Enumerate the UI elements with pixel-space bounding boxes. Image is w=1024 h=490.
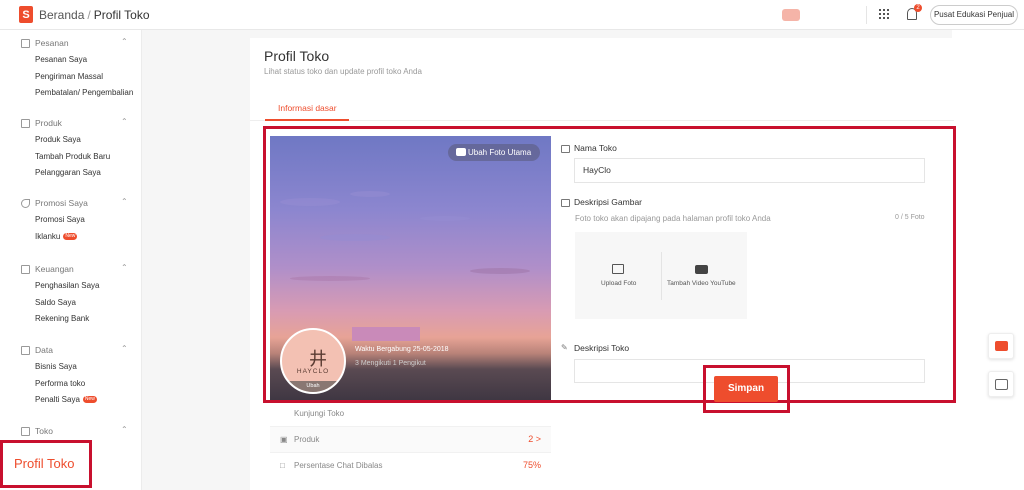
chat-float-button[interactable] [988,333,1014,359]
topbar-divider [866,6,867,24]
stat-label: Produk [294,435,320,444]
chat-icon [995,341,1008,351]
sidebar-item-pembatalan[interactable]: Pembatalan/ Pengembalian [0,85,142,102]
sidebar-group-label: Promosi Saya [35,198,88,208]
sidebar-header-toko[interactable]: Toko ⌃ [0,424,142,440]
top-bar: S Beranda / Profil Toko 2 Pusat Edukasi Pe… [0,0,1024,30]
inbox-icon [995,379,1008,390]
stat-value: 2 > [528,434,541,444]
sidebar-item-label: Iklanku [35,231,61,241]
shop-icon [21,427,30,436]
sidebar-header-pesanan[interactable]: Pesanan ⌃ [0,36,142,52]
chart-icon [21,346,30,355]
sidebar-header-data[interactable]: Data ⌃ [0,343,142,359]
sidebar-item-tambah-produk[interactable]: Tambah Produk Baru [0,149,142,166]
right-rail [952,30,1024,490]
sidebar-item-penghasilan[interactable]: Penghasilan Saya [0,278,142,295]
sidebar-item-bisnis[interactable]: Bisnis Saya [0,359,142,376]
chevron-up-icon: ⌃ [121,117,128,126]
sidebar-group-promosi: Promosi Saya ⌃ Promosi Saya Iklanku New [0,196,142,245]
product-icon [21,119,30,128]
sidebar-group-data: Data ⌃ Bisnis Saya Performa toko Penalti… [0,343,142,409]
sidebar-item-promosi-saya[interactable]: Promosi Saya [0,212,142,229]
sidebar-item-penalti[interactable]: Penalti Saya New [0,392,142,409]
sidebar: Pesanan ⌃ Pesanan Saya Pengiriman Massal… [0,30,142,490]
sidebar-item-label: Penalti Saya [35,395,80,404]
inbox-float-button[interactable] [988,371,1014,397]
sidebar-item-iklanku[interactable]: Iklanku New [0,229,142,246]
stat-label: Persentase Chat Dibalas [294,461,383,470]
new-badge: New [63,232,78,240]
apps-grid-icon[interactable] [879,9,889,19]
chevron-up-icon: ⌃ [121,344,128,353]
sidebar-item-rekening[interactable]: Rekening Bank [0,311,142,328]
trash-icon: ▣ [280,435,288,444]
sidebar-header-produk[interactable]: Produk ⌃ [0,116,142,132]
breadcrumb-separator: / [87,8,91,22]
sidebar-group-label: Toko [35,426,53,436]
chevron-up-icon: ⌃ [121,425,128,434]
wallet-icon [21,265,30,274]
shopee-logo-icon[interactable]: S [19,6,33,23]
sidebar-group-produk: Produk ⌃ Produk Saya Tambah Produk Baru … [0,116,142,182]
breadcrumb-current: Profil Toko [93,8,150,22]
seller-education-button[interactable]: Pusat Edukasi Penjual [930,5,1018,25]
sidebar-group-pesanan: Pesanan ⌃ Pesanan Saya Pengiriman Massal… [0,36,142,102]
sidebar-item-pesanan-saya[interactable]: Pesanan Saya [0,52,142,69]
user-avatar[interactable] [782,9,800,21]
order-icon [21,39,30,48]
chat-icon: □ [280,461,285,470]
tag-icon [21,199,30,208]
sidebar-group-label: Pesanan [35,38,69,48]
stat-value: 75% [522,460,541,470]
sidebar-item-pelanggaran[interactable]: Pelanggaran Saya [0,165,142,182]
sidebar-item-performa[interactable]: Performa toko [0,376,142,393]
sidebar-item-profil-toko[interactable]: Profil Toko [14,456,74,471]
page-title: Profil Toko [264,48,330,64]
sidebar-group-toko: Toko ⌃ [0,424,142,440]
sidebar-header-promosi[interactable]: Promosi Saya ⌃ [0,196,142,212]
chevron-up-icon: ⌃ [121,37,128,46]
chevron-up-icon: ⌃ [121,197,128,206]
save-button[interactable]: Simpan [714,376,778,402]
tab-informasi-dasar[interactable]: Informasi dasar [278,103,337,113]
stat-row-kunjungi[interactable]: Kunjungi Toko [270,400,551,426]
sidebar-group-label: Keuangan [35,264,74,274]
sidebar-group-label: Data [35,345,53,355]
sidebar-group-label: Produk [35,118,62,128]
page-subtitle: Lihat status toko dan update profil toko… [264,67,422,76]
sidebar-item-pengiriman-massal[interactable]: Pengiriman Massal [0,69,142,86]
breadcrumb-home[interactable]: Beranda [39,8,84,22]
sidebar-item-produk-saya[interactable]: Produk Saya [0,132,142,149]
sidebar-group-keuangan: Keuangan ⌃ Penghasilan Saya Saldo Saya R… [0,262,142,328]
new-badge: New [82,396,97,404]
highlight-box-profile [263,126,956,403]
notification-badge: 2 [914,4,922,12]
sidebar-header-keuangan[interactable]: Keuangan ⌃ [0,262,142,278]
stat-row-produk[interactable]: ▣ Produk 2 > [270,426,551,452]
stat-row-chat[interactable]: □ Persentase Chat Dibalas 75% [270,452,551,478]
stat-label: Kunjungi Toko [294,409,345,418]
breadcrumb: Beranda / Profil Toko [39,8,150,22]
chevron-up-icon: ⌃ [121,263,128,272]
tab-divider [250,120,954,121]
tab-active-underline [265,119,349,121]
sidebar-item-saldo[interactable]: Saldo Saya [0,295,142,312]
